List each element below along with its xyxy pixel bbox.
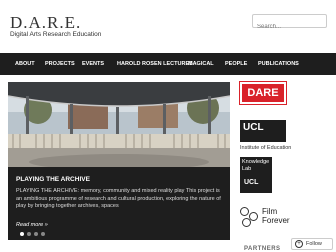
slider-dot[interactable]	[41, 232, 45, 236]
site-title[interactable]: D.A.R.E.	[10, 13, 81, 33]
bfi-circle-icon	[242, 218, 251, 227]
search-box[interactable]	[252, 14, 327, 33]
follow-label: Follow	[306, 241, 322, 247]
ucl-logo-subtitle: Institute of Education	[240, 145, 292, 151]
dare-logo[interactable]: DARE	[239, 81, 287, 105]
nav-item-publications[interactable]: Publications	[258, 53, 299, 75]
nav-item-people[interactable]: People	[225, 53, 247, 75]
nav-item-projects[interactable]: Projects	[45, 53, 75, 75]
slider-dots	[20, 232, 45, 236]
nav-item-events[interactable]: Events	[82, 53, 104, 75]
knowledge-lab-title: Knowledge Lab	[242, 159, 270, 172]
ucl-logo-text: UCL	[243, 122, 264, 133]
featured-post-title[interactable]: Playing the Archive	[16, 176, 90, 183]
featured-post-excerpt: PLAYING THE ARCHIVE: memory, community a…	[16, 188, 221, 209]
follow-icon: +	[295, 240, 303, 248]
ucl-ioe-logo[interactable]: UCL Institute of Education	[240, 120, 291, 151]
nav-item-about[interactable]: About	[15, 53, 35, 75]
featured-post: Playing the Archive PLAYING THE ARCHIVE:…	[8, 82, 230, 240]
featured-image[interactable]	[8, 82, 230, 167]
search-input[interactable]	[253, 21, 326, 33]
site-description: Digital Arts Research Education	[10, 31, 102, 38]
slider-dot[interactable]	[34, 232, 38, 236]
nav-item-harold-rosen-lectures[interactable]: Harold Rosen Lectures	[117, 53, 193, 75]
bfi-circle-icon	[240, 207, 249, 216]
bfi-logo[interactable]: Film Forever	[240, 207, 300, 229]
nav-item-magical[interactable]: Magical	[188, 53, 214, 75]
slider-dot[interactable]	[20, 232, 24, 236]
follow-button[interactable]: + Follow	[291, 238, 333, 250]
partners-heading: PARTNERS	[244, 246, 281, 252]
read-more-link[interactable]: Read more »	[16, 222, 48, 228]
main-nav: About Projects Events Harold Rosen Lectu…	[0, 53, 336, 75]
site-header: D.A.R.E. Digital Arts Research Education	[0, 0, 336, 55]
slider-dot[interactable]	[27, 232, 31, 236]
knowledge-lab-ucl: UCL	[244, 179, 259, 186]
bfi-text: Film Forever	[262, 207, 290, 225]
knowledge-lab-logo[interactable]: Knowledge Lab UCL	[240, 157, 272, 193]
